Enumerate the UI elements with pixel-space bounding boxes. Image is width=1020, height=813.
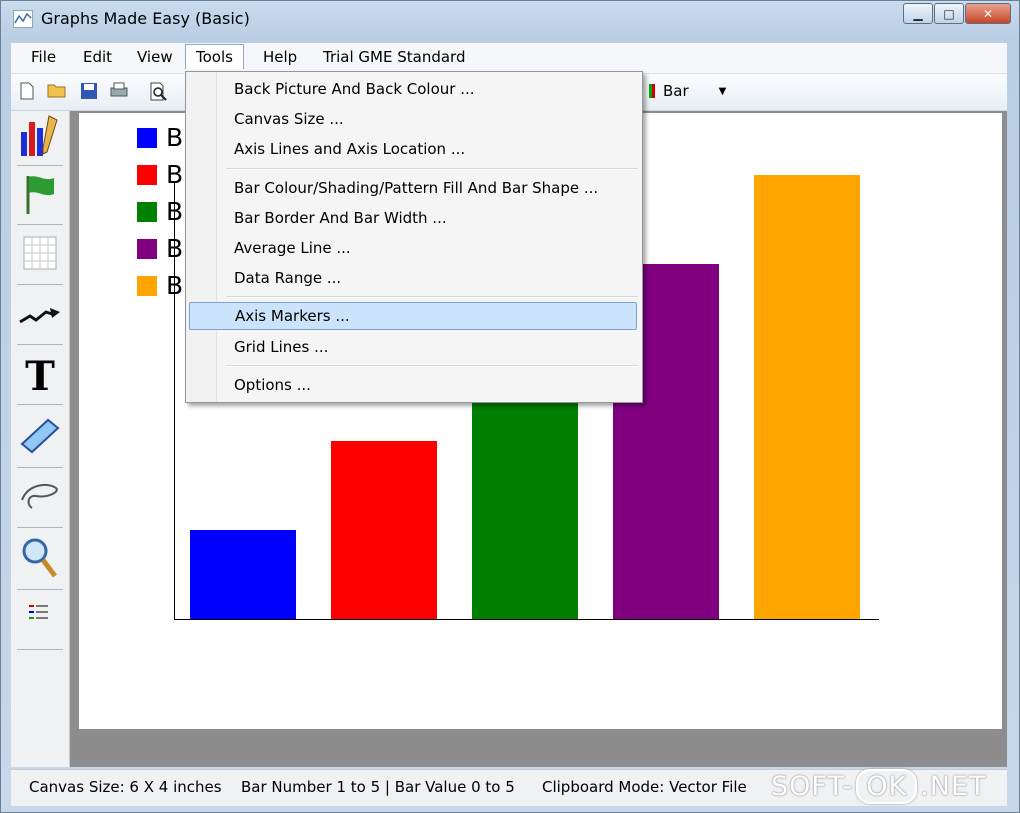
title-tool[interactable] xyxy=(17,171,63,217)
menu-bar: File Edit View Tools Help Trial GME Stan… xyxy=(11,43,1007,74)
bar[interactable] xyxy=(331,441,437,619)
bar-pencil-icon xyxy=(21,115,58,156)
legend-tool[interactable] xyxy=(17,591,63,637)
status-canvas-size: Canvas Size: 6 X 4 inches xyxy=(29,778,222,796)
menu-help[interactable]: Help xyxy=(263,48,297,66)
chart-type-label: Bar xyxy=(663,82,689,100)
close-button[interactable]: ✕ xyxy=(965,3,1011,24)
legend-list-icon xyxy=(29,605,48,619)
text-icon: T xyxy=(25,352,55,400)
legend-swatch xyxy=(137,201,157,222)
print-preview-icon[interactable] xyxy=(149,82,169,102)
close-icon: ✕ xyxy=(982,6,994,21)
new-file-icon[interactable] xyxy=(17,82,37,102)
menu-item-average-line[interactable]: Average Line ... xyxy=(189,234,637,262)
y-axis-line xyxy=(174,183,175,620)
app-window: Graphs Made Easy (Basic) ▁ □ ✕ File Edit… xyxy=(0,0,1020,813)
grid-icon xyxy=(23,236,57,270)
watermark-box: OK xyxy=(856,769,918,804)
open-folder-icon[interactable] xyxy=(47,82,67,102)
eraser-icon xyxy=(20,418,60,454)
save-icon[interactable] xyxy=(79,82,99,102)
status-clipboard-mode: Clipboard Mode: Vector File xyxy=(542,778,747,796)
zoom-tool[interactable] xyxy=(17,535,63,581)
legend-swatch xyxy=(137,238,157,259)
app-icon xyxy=(13,10,33,28)
legend-entry: B xyxy=(137,160,183,189)
grid-tool[interactable] xyxy=(17,230,63,276)
legend-swatch xyxy=(137,127,157,148)
menu-trial-gme-standard[interactable]: Trial GME Standard xyxy=(323,48,465,66)
status-bar-info: Bar Number 1 to 5 | Bar Value 0 to 5 xyxy=(241,778,515,796)
x-axis-line xyxy=(174,619,879,620)
flag-icon xyxy=(26,176,54,214)
title-bar: Graphs Made Easy (Basic) ▁ □ ✕ xyxy=(1,1,1019,39)
bar[interactable] xyxy=(754,175,860,619)
chart-data-tool[interactable] xyxy=(17,113,63,159)
text-tool[interactable]: T xyxy=(17,352,63,400)
menu-item-bar-border[interactable]: Bar Border And Bar Width ... xyxy=(189,204,637,232)
tool-sidebar: T xyxy=(11,111,70,767)
watermark-left: SOFT- xyxy=(771,771,854,802)
menu-item-grid-lines[interactable]: Grid Lines ... xyxy=(189,333,637,361)
window-title: Graphs Made Easy (Basic) xyxy=(41,9,250,28)
menu-item-axis-markers[interactable]: Axis Markers ... xyxy=(189,302,637,330)
print-icon[interactable] xyxy=(109,82,129,102)
legend-swatch xyxy=(137,275,157,296)
menu-view[interactable]: View xyxy=(137,48,173,66)
menu-tools[interactable]: Tools xyxy=(185,44,244,69)
legend-label: B xyxy=(166,123,184,152)
menu-item-back-picture[interactable]: Back Picture And Back Colour ... xyxy=(189,75,637,103)
watermark: SOFT- OK .NET xyxy=(771,769,987,804)
minimize-icon: ▁ xyxy=(913,6,923,21)
chart-type-selector[interactable]: Bar ▼ xyxy=(649,82,726,100)
freehand-tool[interactable] xyxy=(17,473,63,519)
menu-item-bar-colour[interactable]: Bar Colour/Shading/Pattern Fill And Bar … xyxy=(189,174,637,202)
trend-line-tool[interactable] xyxy=(17,293,63,339)
menu-file[interactable]: File xyxy=(31,48,56,66)
trend-arrow-icon xyxy=(19,308,60,324)
legend-entry: B xyxy=(137,234,183,263)
chevron-down-icon: ▼ xyxy=(718,85,727,97)
tools-menu-dropdown: Back Picture And Back Colour ... Canvas … xyxy=(185,71,643,403)
menu-item-data-range[interactable]: Data Range ... xyxy=(189,264,637,292)
legend-swatch xyxy=(137,164,157,185)
maximize-button[interactable]: □ xyxy=(934,3,964,24)
menu-item-canvas-size[interactable]: Canvas Size ... xyxy=(189,105,637,133)
legend-entry: B xyxy=(137,123,183,152)
maximize-icon: □ xyxy=(943,6,955,21)
legend-entry: B xyxy=(137,197,183,226)
menu-item-options[interactable]: Options ... xyxy=(189,371,637,399)
menu-item-axis-lines[interactable]: Axis Lines and Axis Location ... xyxy=(189,135,637,163)
minimize-button[interactable]: ▁ xyxy=(903,3,933,24)
bar[interactable] xyxy=(190,530,296,619)
watermark-right: .NET xyxy=(920,771,987,802)
magnifier-icon xyxy=(22,538,57,578)
freehand-icon xyxy=(21,483,58,509)
bar-chart-icon xyxy=(649,84,655,98)
eraser-tool[interactable] xyxy=(17,413,63,459)
legend-entry: B xyxy=(137,271,183,300)
menu-edit[interactable]: Edit xyxy=(83,48,112,66)
